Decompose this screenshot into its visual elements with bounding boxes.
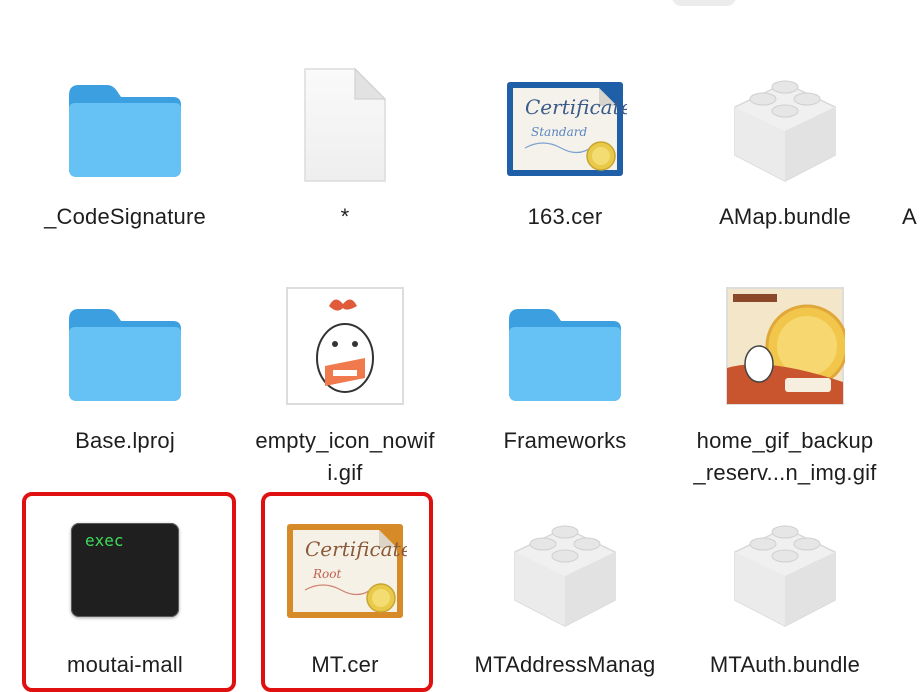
file-name-line2[interactable]: _reserv...n_img.gif: [675, 456, 895, 489]
exec-icon[interactable]: exec: [50, 500, 200, 640]
file-name[interactable]: 163.cer: [455, 200, 675, 233]
certificate-standard-icon[interactable]: Certificate Standard: [490, 58, 640, 198]
file-name-cutoff[interactable]: A: [902, 200, 917, 233]
bundle-icon[interactable]: [490, 500, 640, 640]
gif-thumbnail-icon[interactable]: [270, 276, 420, 416]
file-name-line1[interactable]: empty_icon_nowif: [235, 424, 455, 457]
file-name[interactable]: moutai-mall: [15, 648, 235, 681]
folder-icon[interactable]: [50, 58, 200, 198]
cert-title: Certificate: [305, 537, 407, 561]
file-name-line2[interactable]: i.gif: [235, 456, 455, 489]
file-name[interactable]: _CodeSignature: [15, 200, 235, 233]
bundle-icon[interactable]: [710, 55, 860, 195]
file-name[interactable]: MTAuth.bundle: [675, 648, 895, 681]
gif-thumbnail-icon[interactable]: [710, 276, 860, 416]
cert-sub: Standard: [531, 125, 587, 139]
blank-document-icon[interactable]: [270, 55, 420, 195]
file-name[interactable]: Base.lproj: [15, 424, 235, 457]
cert-title: Certificate: [525, 95, 627, 119]
certificate-root-icon[interactable]: Certificate Root: [270, 500, 420, 640]
file-name[interactable]: Frameworks: [455, 424, 675, 457]
folder-icon[interactable]: [50, 282, 200, 422]
toolbar-pill: [672, 0, 736, 6]
file-name[interactable]: MT.cer: [235, 648, 455, 681]
file-name[interactable]: *: [235, 200, 455, 233]
folder-icon[interactable]: [490, 282, 640, 422]
cert-sub: Root: [312, 567, 341, 581]
file-name-line1[interactable]: home_gif_backup: [675, 424, 895, 457]
file-name[interactable]: MTAddressManag: [455, 648, 675, 681]
bundle-icon[interactable]: [710, 500, 860, 640]
file-name[interactable]: AMap.bundle: [675, 200, 895, 233]
exec-label: exec: [85, 531, 124, 550]
